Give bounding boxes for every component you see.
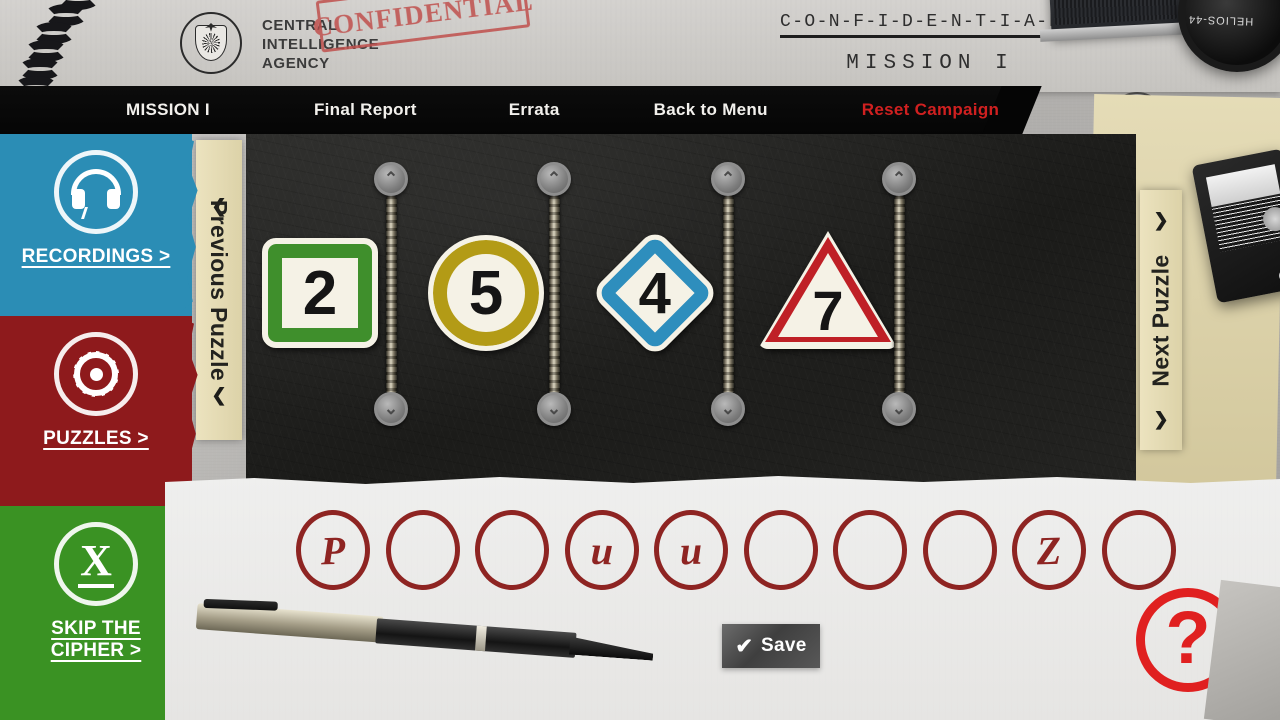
chevron-up-icon: ⌃ (546, 169, 562, 188)
chevron-left-icon-bottom: ❮ (211, 385, 227, 405)
puzzle-tile-3[interactable]: 4 (589, 227, 721, 359)
save-button-label: Save (761, 635, 807, 656)
tile-stepper-down-2[interactable]: ⌄ (537, 392, 571, 426)
answer-slot-1-letter: P (320, 527, 346, 573)
puzzle-tile-1-value: 2 (302, 258, 338, 328)
question-mark-icon: ? (1165, 596, 1211, 679)
sidebar-item-skip-cipher-label: SKIP THE CIPHER > (51, 618, 142, 662)
tile-stepper-up-3[interactable]: ⌃ (711, 162, 745, 196)
chevron-up-icon: ⌃ (891, 169, 907, 188)
answer-slot-1[interactable]: P (294, 509, 372, 591)
skip-label-line-1: SKIP THE (51, 618, 141, 639)
tile-stepper-down-3[interactable]: ⌄ (711, 392, 745, 426)
chevron-down-icon: ⌄ (891, 399, 907, 418)
nav-item-mission[interactable]: MISSION I (126, 100, 210, 120)
next-puzzle-tab[interactable]: ❯ Next Puzzle ❯ (1140, 190, 1182, 450)
sidebar-item-skip-cipher[interactable]: X SKIP THE CIPHER > (0, 506, 192, 720)
chevron-down-icon: ⌄ (383, 399, 399, 418)
nav-item-reset-campaign[interactable]: Reset Campaign (862, 100, 999, 120)
sidebar-item-recordings[interactable]: RECORDINGS > (0, 134, 192, 316)
nav-item-final-report[interactable]: Final Report (314, 100, 417, 120)
main-navbar: MISSION I Final Report Errata Back to Me… (0, 86, 1010, 134)
puzzle-tile-2-value: 5 (468, 258, 504, 328)
answer-slot-4-letter: u (589, 527, 614, 573)
answer-slot-4[interactable]: u (563, 509, 640, 591)
previous-puzzle-label: Previous Puzzle (206, 199, 233, 381)
chevron-down-icon: ⌄ (546, 399, 562, 418)
game-screen: CENTRAL INTELLIGENCE AGENCY CONFIDENTIAL… (0, 0, 1280, 720)
answer-slot-5-letter: u (679, 527, 703, 573)
answer-slot-8[interactable] (921, 509, 998, 591)
answer-slot-9-letter: Z (1036, 527, 1063, 573)
nav-item-back-to-menu[interactable]: Back to Menu (654, 100, 768, 120)
tile-stepper-down-4[interactable]: ⌄ (882, 392, 916, 426)
answer-slot-10[interactable] (1100, 509, 1177, 591)
sidebar-item-recordings-label: RECORDINGS > (21, 246, 171, 267)
save-button[interactable]: ✔ Save (722, 624, 820, 668)
lens-label: HELIOS-44 (1187, 12, 1254, 28)
tile-slider-rail-2[interactable] (549, 196, 560, 394)
answer-slot-3[interactable] (474, 509, 551, 591)
answer-slot-6[interactable] (742, 509, 819, 591)
tile-stepper-up-2[interactable]: ⌃ (537, 162, 571, 196)
chevron-right-icon-top: ❯ (1153, 210, 1169, 230)
puzzle-tile-4-value: 7 (812, 279, 844, 342)
chevron-right-icon-bottom: ❯ (1153, 409, 1169, 429)
answer-circles-row: P u u Z (294, 506, 1177, 594)
answer-slot-2[interactable] (384, 509, 461, 591)
answer-slot-7[interactable] (832, 509, 909, 591)
gear-icon (54, 332, 138, 416)
tile-slider-rail-4[interactable] (894, 196, 905, 394)
nav-item-errata[interactable]: Errata (509, 100, 560, 120)
tile-stepper-down-1[interactable]: ⌄ (374, 392, 408, 426)
x-icon: X (54, 522, 138, 606)
previous-puzzle-tab[interactable]: ❮ Previous Puzzle ❮ (196, 140, 242, 440)
puzzle-tile-1[interactable]: 2 (262, 238, 378, 348)
agency-line-3: AGENCY (262, 55, 330, 72)
answer-slot-5[interactable]: u (653, 509, 730, 591)
typed-confidential-line: C-O-N-F-I-D-E-N-T-I-A-L (780, 12, 1080, 38)
answer-slot-9[interactable]: Z (1011, 509, 1088, 591)
sidebar-item-puzzles-label: PUZZLES > (43, 428, 149, 449)
sidebar-item-puzzles[interactable]: PUZZLES > (0, 316, 192, 506)
puzzle-tile-3-value: 4 (638, 260, 672, 326)
chevron-down-icon: ⌄ (720, 399, 736, 418)
puzzle-tile-4[interactable]: 7 (758, 231, 898, 349)
tile-slider-rail-3[interactable] (723, 196, 734, 394)
tile-stepper-up-1[interactable]: ⌃ (374, 162, 408, 196)
puzzle-tile-2[interactable]: 5 (428, 235, 544, 351)
cia-seal-icon (180, 12, 242, 74)
check-icon: ✔ (735, 634, 754, 658)
skip-label-line-2: CIPHER > (50, 640, 142, 661)
headphones-icon (54, 150, 138, 234)
chevron-up-icon: ⌃ (383, 169, 399, 188)
chevron-up-icon: ⌃ (720, 169, 736, 188)
tile-stepper-up-4[interactable]: ⌃ (882, 162, 916, 196)
next-puzzle-label: Next Puzzle (1147, 253, 1174, 387)
typed-mission-title: MISSION I (846, 52, 1014, 75)
tile-slider-rail-1[interactable] (386, 196, 397, 394)
